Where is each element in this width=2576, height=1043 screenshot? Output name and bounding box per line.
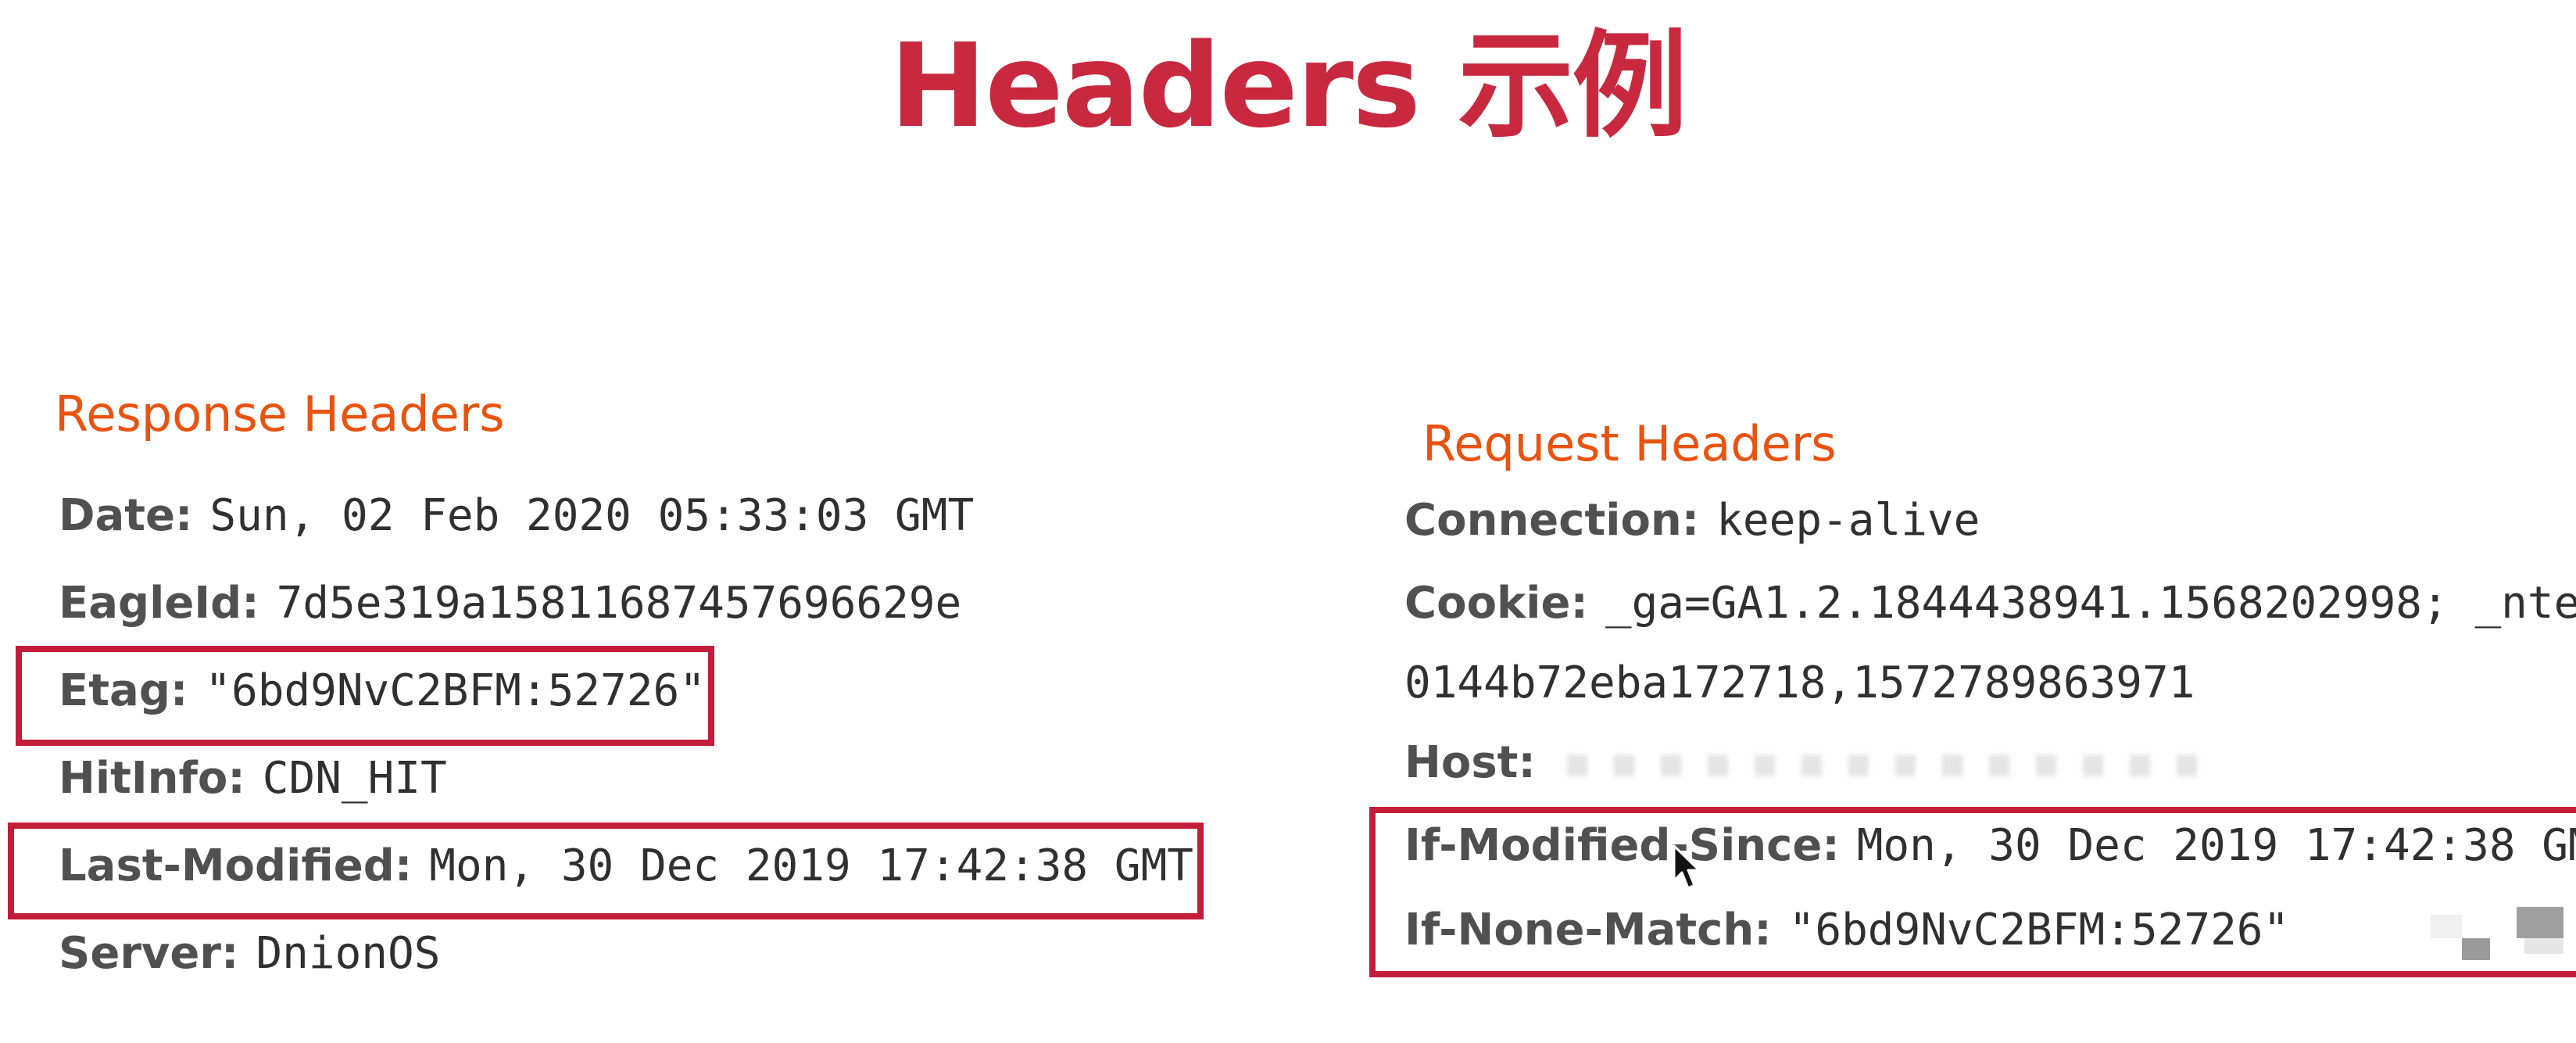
watermark-artifact xyxy=(2431,899,2563,970)
header-key: Cookie: xyxy=(1404,578,1588,629)
request-row-cookie-continued: 0144b72eba172718,1572789863971 xyxy=(1404,655,2195,711)
header-key: EagleId: xyxy=(59,578,259,629)
last-modified-highlight-box xyxy=(8,823,1204,919)
header-value: Sun, 02 Feb 2020 05:33:03 GMT xyxy=(209,490,975,541)
etag-highlight-box xyxy=(16,646,714,746)
header-value: CDN_HIT xyxy=(262,753,447,804)
header-value: 0144b72eba172718,1572789863971 xyxy=(1404,658,2195,708)
request-row-connection: Connection: keep-alive xyxy=(1404,493,1980,549)
header-value: 7d5e319a15811687457696629e xyxy=(276,578,962,629)
header-value: keep-alive xyxy=(1716,495,1980,546)
slide-title: Headers 示例 xyxy=(889,19,1687,153)
response-headers-heading: Response Headers xyxy=(55,385,505,443)
header-key: Host: xyxy=(1404,737,1536,788)
header-key: HitInfo: xyxy=(59,753,245,804)
header-value: DnionOS xyxy=(256,928,441,979)
header-key: Date: xyxy=(59,490,193,541)
response-row-hitinfo: HitInfo: CDN_HIT xyxy=(59,751,447,807)
request-row-cookie: Cookie: _ga=GA1.2.1844438941.1568202998; … xyxy=(1404,575,2576,632)
conditional-headers-highlight-box xyxy=(1369,807,2576,977)
response-row-server: Server: DnionOS xyxy=(59,926,440,982)
blurred-host-value xyxy=(1566,754,2208,776)
header-key: Server: xyxy=(59,928,239,979)
response-row-eagleid: EagleId: 7d5e319a15811687457696629e xyxy=(59,575,961,632)
request-headers-heading: Request Headers xyxy=(1422,415,1837,472)
header-value: _ga=GA1.2.1844438941.1568202998; _ntes_n xyxy=(1605,578,2576,629)
response-row-date: Date: Sun, 02 Feb 2020 05:33:03 GMT xyxy=(59,488,974,544)
header-key: Connection: xyxy=(1404,495,1700,546)
request-row-host: Host: xyxy=(1404,735,2208,791)
